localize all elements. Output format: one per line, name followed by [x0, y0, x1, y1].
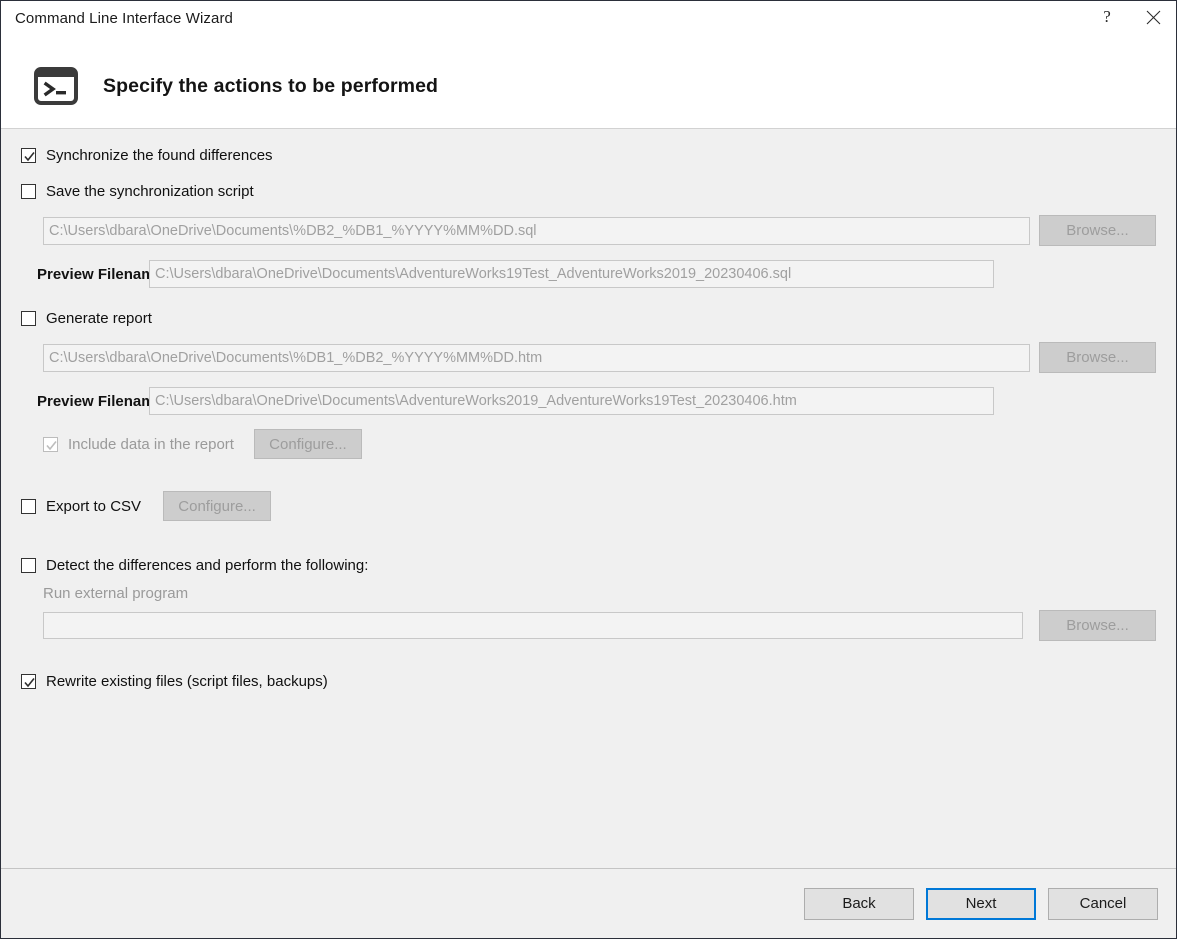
check-icon — [24, 677, 35, 687]
check-icon — [46, 440, 57, 450]
checkbox-generate-report[interactable]: Generate report — [21, 306, 1156, 330]
save-script-preview-row: Preview Filename C:\Users\dbara\OneDrive… — [21, 260, 1156, 288]
checkbox-synchronize-label: Synchronize the found differences — [46, 146, 273, 164]
checkbox-save-script-box[interactable] — [21, 183, 36, 199]
checkbox-rewrite-files-label: Rewrite existing files (script files, ba… — [46, 672, 328, 690]
window-title: Command Line Interface Wizard — [15, 10, 233, 27]
checkbox-include-data-label: Include data in the report — [68, 435, 234, 453]
checkbox-export-csv-box[interactable] — [21, 498, 36, 514]
export-csv-configure-button[interactable]: Configure... — [163, 491, 272, 521]
checkbox-export-csv[interactable]: Export to CSV — [21, 494, 141, 518]
close-icon — [1146, 10, 1160, 24]
report-preview-row: Preview Filename C:\Users\dbara\OneDrive… — [21, 387, 1156, 415]
report-preview-input: C:\Users\dbara\OneDrive\Documents\Advent… — [149, 387, 994, 415]
report-browse-button[interactable]: Browse... — [1038, 342, 1156, 373]
checkbox-include-data[interactable]: Include data in the report — [43, 432, 234, 456]
page-header: Specify the actions to be performed — [1, 44, 1176, 129]
cancel-button[interactable]: Cancel — [1048, 887, 1158, 920]
checkbox-save-script-label: Save the synchronization script — [46, 182, 254, 200]
back-button[interactable]: Back — [804, 887, 914, 920]
save-script-path-input[interactable]: C:\Users\dbara\OneDrive\Documents\%DB2_%… — [43, 216, 1031, 245]
checkbox-save-script[interactable]: Save the synchronization script — [21, 179, 1156, 203]
run-external-program-row: Browse... — [21, 610, 1157, 641]
checkbox-detect-differences-box[interactable] — [21, 557, 36, 573]
window-controls: ? — [1084, 1, 1176, 44]
save-script-preview-input: C:\Users\dbara\OneDrive\Documents\Advent… — [149, 260, 994, 288]
check-icon — [24, 151, 35, 161]
checkbox-rewrite-files-box[interactable] — [21, 673, 36, 689]
terminal-icon — [31, 64, 81, 108]
wizard-footer: Back Next Cancel — [1, 868, 1176, 938]
report-path-input[interactable]: C:\Users\dbara\OneDrive\Documents\%DB1_%… — [43, 343, 1031, 372]
checkbox-synchronize[interactable]: Synchronize the found differences — [21, 143, 1156, 167]
page-title: Specify the actions to be performed — [103, 74, 439, 97]
run-external-program-input[interactable] — [43, 612, 1024, 639]
save-script-path-row: C:\Users\dbara\OneDrive\Documents\%DB2_%… — [21, 215, 1156, 246]
export-csv-row: Export to CSV Configure... — [21, 491, 1156, 521]
checkbox-export-csv-label: Export to CSV — [46, 497, 142, 515]
report-path-row: C:\Users\dbara\OneDrive\Documents\%DB1_%… — [21, 342, 1156, 373]
checkbox-detect-differences[interactable]: Detect the differences and perform the f… — [21, 553, 1156, 577]
title-bar: Command Line Interface Wizard ? — [1, 1, 1176, 44]
close-button[interactable] — [1130, 1, 1176, 33]
checkbox-generate-report-box[interactable] — [21, 310, 36, 326]
next-button[interactable]: Next — [926, 887, 1036, 920]
include-data-row: Include data in the report Configure... — [21, 429, 1156, 459]
run-external-browse-button[interactable]: Browse... — [1038, 610, 1157, 641]
help-button[interactable]: ? — [1084, 1, 1130, 33]
run-external-program-label: Run external program — [43, 585, 189, 602]
wizard-body: Synchronize the found differences Save t… — [1, 129, 1176, 868]
checkbox-rewrite-files[interactable]: Rewrite existing files (script files, ba… — [21, 669, 1156, 693]
report-preview-label: Preview Filename — [37, 392, 163, 410]
report-configure-button[interactable]: Configure... — [253, 429, 362, 459]
checkbox-detect-differences-label: Detect the differences and perform the f… — [46, 556, 369, 574]
wizard-window: Command Line Interface Wizard ? Specify … — [0, 0, 1177, 939]
save-script-browse-button[interactable]: Browse... — [1038, 215, 1156, 246]
checkbox-synchronize-box[interactable] — [21, 147, 36, 163]
save-script-preview-label: Preview Filename — [37, 265, 163, 283]
checkbox-generate-report-label: Generate report — [46, 309, 152, 327]
checkbox-include-data-box[interactable] — [43, 436, 58, 452]
